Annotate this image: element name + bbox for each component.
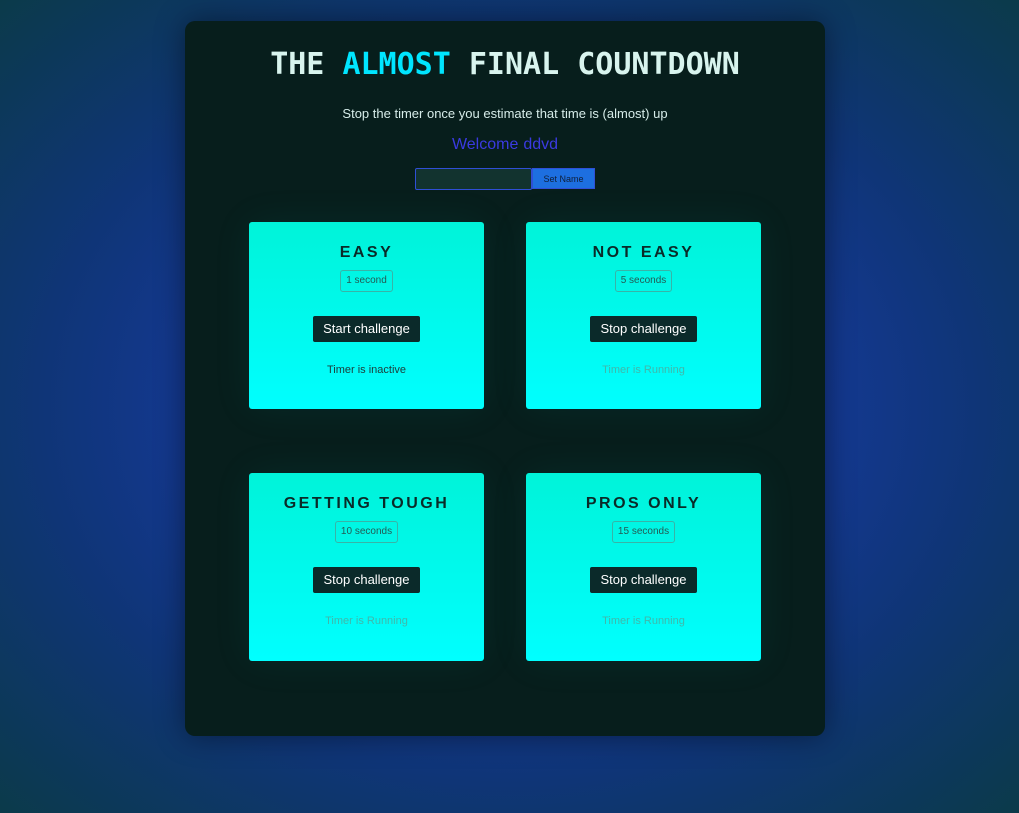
stop-challenge-button[interactable]: Stop challenge: [313, 567, 420, 593]
name-form: Set Name: [415, 168, 595, 190]
page-title: THE ALMOST FINAL COUNTDOWN: [185, 47, 825, 83]
timer-status: Timer is inactive: [326, 364, 407, 376]
challenge-title: PROS ONLY: [585, 495, 702, 512]
challenge-title: GETTING TOUGH: [283, 495, 450, 512]
challenge-duration: 1 second: [340, 270, 393, 292]
challenge-duration: 5 seconds: [614, 270, 673, 292]
start-challenge-button[interactable]: Start challenge: [313, 316, 420, 342]
title-highlight: ALMOST: [342, 47, 451, 82]
welcome-username: ddvd: [523, 136, 559, 153]
challenge-card-getting-tough: GETTING TOUGH 10 seconds Stop challenge …: [249, 473, 484, 661]
set-name-button[interactable]: Set Name: [532, 168, 595, 189]
challenge-title: NOT EASY: [592, 244, 695, 261]
page-subtitle: Stop the timer once you estimate that ti…: [342, 106, 668, 121]
timer-status: Timer is Running: [602, 364, 685, 376]
challenge-duration: 10 seconds: [334, 521, 399, 543]
title-part-2: FINAL COUNTDOWN: [450, 47, 740, 82]
title-part-1: THE: [270, 47, 343, 82]
challenge-card-easy: EASY 1 second Start challenge Timer is i…: [249, 222, 484, 409]
welcome-message: Welcome ddvd: [185, 134, 825, 156]
challenge-duration: 15 seconds: [611, 521, 676, 543]
welcome-label: Welcome: [451, 136, 519, 153]
timer-status: Timer is Running: [325, 615, 408, 627]
timer-status: Timer is Running: [602, 615, 685, 627]
main-panel: THE ALMOST FINAL COUNTDOWN Stop the time…: [185, 21, 825, 736]
challenge-card-pros-only: PROS ONLY 15 seconds Stop challenge Time…: [526, 473, 761, 661]
stop-challenge-button[interactable]: Stop challenge: [590, 567, 697, 593]
challenge-title: EASY: [339, 244, 394, 261]
challenge-card-not-easy: NOT EASY 5 seconds Stop challenge Timer …: [526, 222, 761, 409]
name-input[interactable]: [415, 168, 532, 190]
stop-challenge-button[interactable]: Stop challenge: [590, 316, 697, 342]
